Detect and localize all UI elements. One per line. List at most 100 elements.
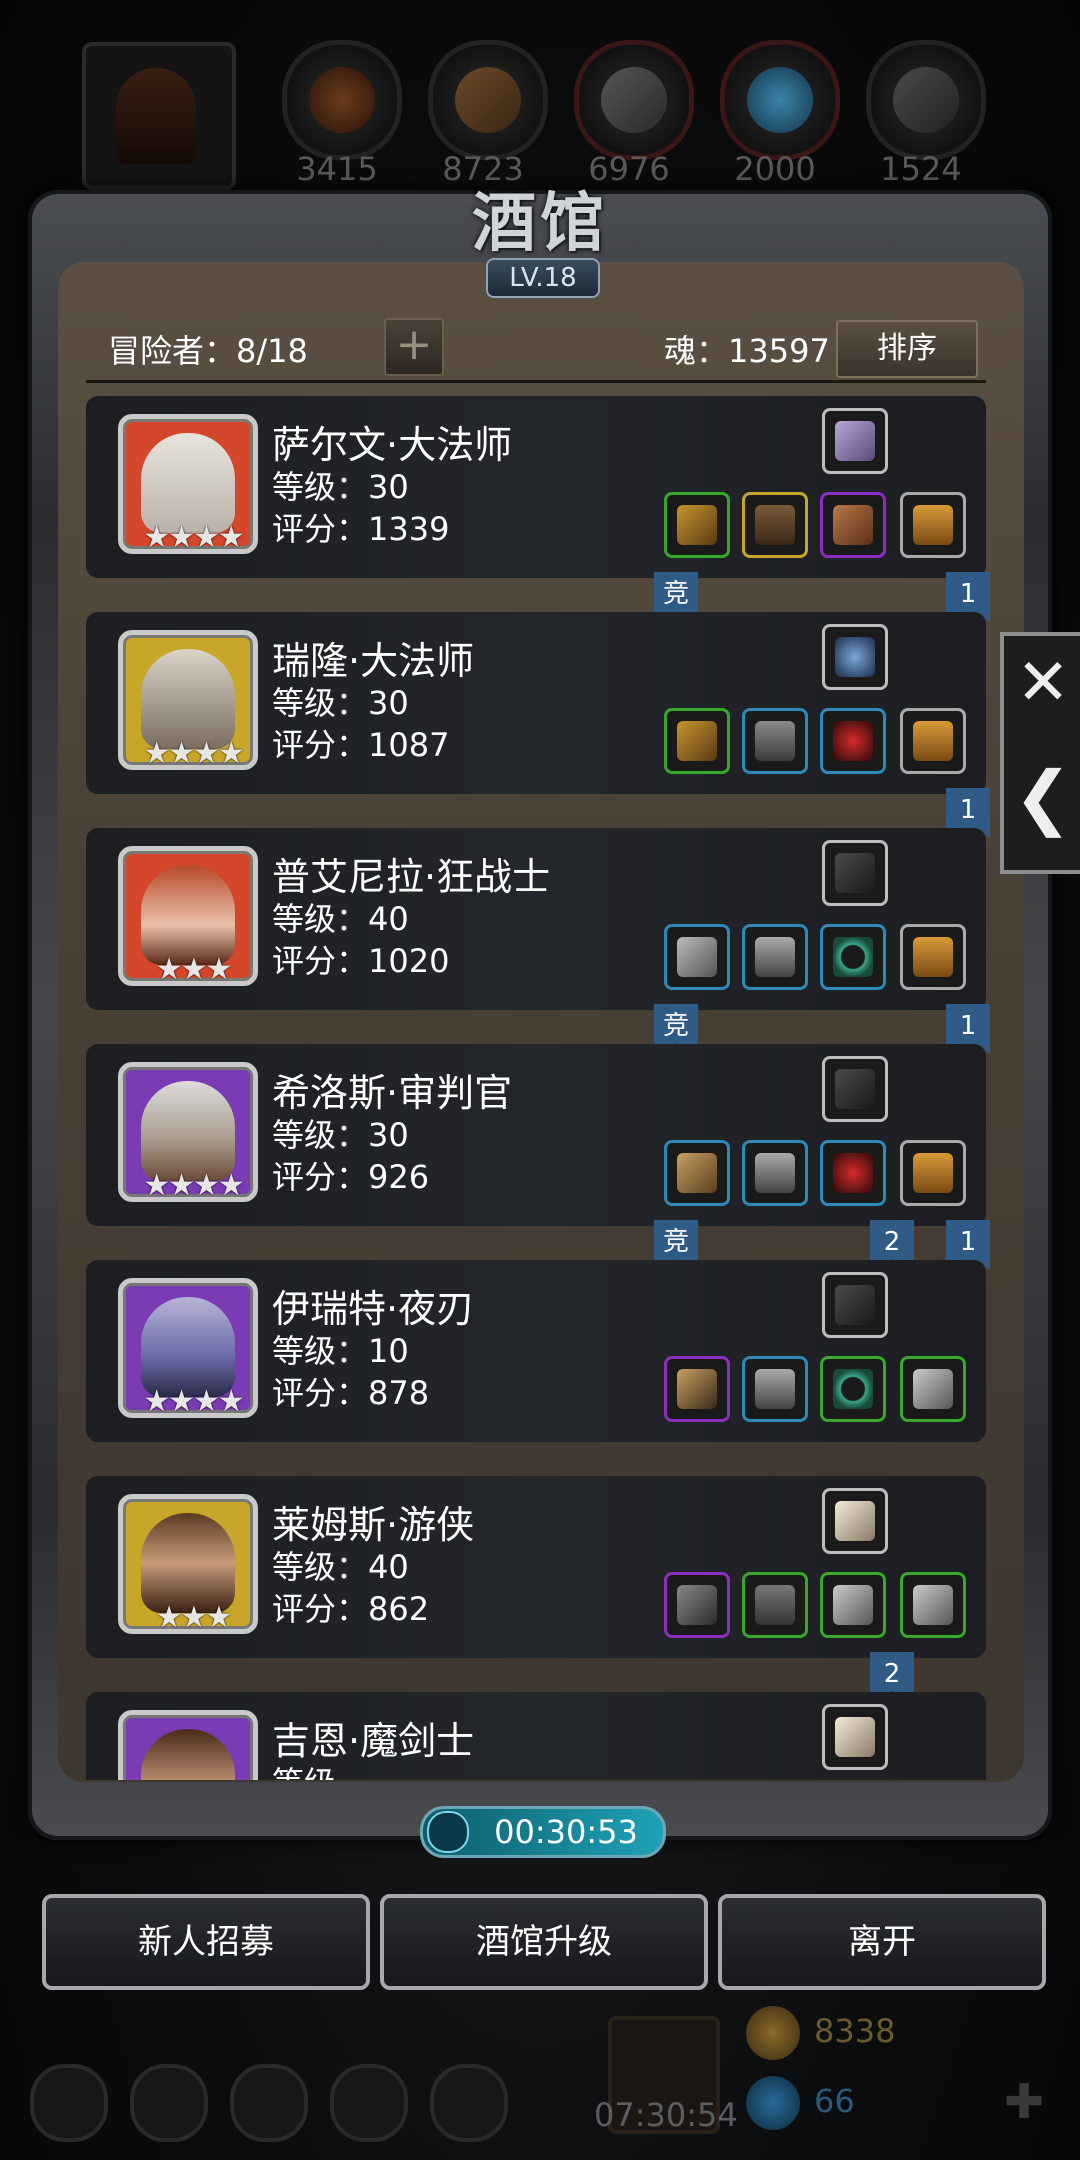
weapon-slot[interactable]: [664, 924, 730, 990]
hero-card[interactable]: 吉恩·魔剑士 等级: [86, 1692, 986, 1780]
add-currency-icon[interactable]: ✚: [1004, 2074, 1044, 2130]
bag-slot[interactable]: [900, 924, 966, 990]
armor-slot[interactable]: [742, 1356, 808, 1422]
bag-slot[interactable]: [900, 1140, 966, 1206]
clock-icon: [427, 1811, 469, 1853]
hero-portrait[interactable]: [118, 1710, 258, 1780]
armor-slot[interactable]: [742, 1140, 808, 1206]
gem-slot[interactable]: [822, 1056, 888, 1122]
accessory-slot[interactable]: [820, 1572, 886, 1638]
gem-slot[interactable]: [822, 1488, 888, 1554]
settings-icon[interactable]: [30, 2064, 108, 2142]
guild-icon[interactable]: [230, 2064, 308, 2142]
hero-list[interactable]: ★★★★ 萨尔文·大法师 等级：30 评分：1339 竞 1 ★★★★ 瑞隆·大…: [86, 396, 996, 1780]
bag-slot[interactable]: [900, 1356, 966, 1422]
weapon-slot[interactable]: [664, 1572, 730, 1638]
sort-button[interactable]: 排序: [836, 320, 978, 378]
weapon-slot[interactable]: [664, 1140, 730, 1206]
hero-card[interactable]: ★★★★ 萨尔文·大法师 等级：30 评分：1339: [86, 396, 986, 578]
hero-name: 萨尔文·大法师: [272, 423, 513, 467]
gem-slot[interactable]: [822, 1704, 888, 1770]
hero-card[interactable]: ★★★★ 伊瑞特·夜刃 等级：10 评分：878: [86, 1260, 986, 1442]
armor-slot[interactable]: [742, 708, 808, 774]
leather-armor-icon: [755, 505, 795, 545]
add-slot-button[interactable]: +: [384, 318, 444, 376]
bag-slot[interactable]: [900, 708, 966, 774]
gem-slot[interactable]: [822, 624, 888, 690]
timer-text: 00:30:53: [494, 1813, 638, 1851]
handshake-icon[interactable]: [430, 2064, 508, 2142]
hooded-figure-icon: [116, 68, 196, 164]
hero-name: 希洛斯·审判官: [272, 1071, 513, 1115]
hero-card[interactable]: ★★★ 莱姆斯·游侠 等级：40 评分：862: [86, 1476, 986, 1658]
pistol-icon: [677, 1585, 717, 1625]
ring-icon: [833, 937, 873, 977]
gem-slot[interactable]: [822, 1272, 888, 1338]
hero-name: 伊瑞特·夜刃: [272, 1287, 475, 1331]
accessory-slot[interactable]: [820, 708, 886, 774]
divider: [86, 380, 986, 383]
resource-value: 3415: [296, 150, 378, 188]
hero-level: 等级：30: [272, 1116, 409, 1154]
mail-icon[interactable]: [330, 2064, 408, 2142]
achievement-icon[interactable]: [130, 2064, 208, 2142]
gold-coin-icon: [746, 2006, 800, 2060]
hero-portrait[interactable]: ★★★: [118, 846, 258, 987]
recruit-button[interactable]: 新人招募: [42, 1894, 370, 1990]
iron-resource-icon: [574, 40, 694, 160]
hero-portrait[interactable]: ★★★★: [118, 1278, 258, 1419]
gauntlet-icon: [913, 1585, 953, 1625]
staff-icon: [677, 505, 717, 545]
player-avatar[interactable]: [82, 42, 236, 190]
gem-slot[interactable]: [822, 840, 888, 906]
accessory-slot[interactable]: [820, 492, 886, 558]
hero-portrait[interactable]: ★★★★: [118, 414, 258, 555]
hero-name: 吉恩·魔剑士: [272, 1719, 475, 1763]
leave-button[interactable]: 离开: [718, 1894, 1046, 1990]
hero-card[interactable]: ★★★ 普艾尼拉·狂战士 等级：40 评分：1020: [86, 828, 986, 1010]
necklace-icon: [833, 721, 873, 761]
soul-count: 魂：13597: [664, 332, 830, 370]
close-icon[interactable]: ✕: [1010, 646, 1076, 746]
gauntlet-icon: [833, 1585, 873, 1625]
armor-slot[interactable]: [742, 1572, 808, 1638]
accessory-slot[interactable]: [820, 1140, 886, 1206]
side-tab[interactable]: ✕ ❮: [1000, 632, 1080, 874]
bag-slot[interactable]: [900, 492, 966, 558]
feather-icon: [835, 1717, 875, 1757]
gem-slot[interactable]: [822, 408, 888, 474]
hero-name: 莱姆斯·游侠: [272, 1503, 475, 1547]
hero-level: 等级：30: [272, 468, 409, 506]
weapon-slot[interactable]: [664, 708, 730, 774]
hero-card[interactable]: ★★★★ 瑞隆·大法师 等级：30 评分：1087: [86, 612, 986, 794]
hero-portrait[interactable]: ★★★★: [118, 630, 258, 771]
hero-card[interactable]: ★★★★ 希洛斯·审判官 等级：30 评分：926: [86, 1044, 986, 1226]
spellsword-portrait-icon: [141, 1729, 235, 1780]
resource-value: 1524: [880, 150, 962, 188]
tavern-title-plate: 酒馆: [440, 172, 640, 270]
hero-score: 评分：878: [272, 1374, 430, 1412]
armor-slot[interactable]: [742, 492, 808, 558]
crystal-gem-icon: [835, 421, 875, 461]
weapon-slot[interactable]: [664, 1356, 730, 1422]
bag-slot[interactable]: [900, 1572, 966, 1638]
hero-stars: ★★★★: [143, 1168, 245, 1203]
hero-portrait[interactable]: ★★★★: [118, 1062, 258, 1203]
hero-level: 等级: [272, 1758, 336, 1780]
necklace-icon: [833, 1153, 873, 1193]
accessory-slot[interactable]: [820, 924, 886, 990]
inquisitor-portrait-icon: [141, 1081, 235, 1181]
weapon-slot[interactable]: [664, 492, 730, 558]
chevron-left-icon[interactable]: ❮: [1010, 756, 1076, 856]
hero-score: 评分：1087: [272, 726, 450, 764]
upgrade-tavern-button[interactable]: 酒馆升级: [380, 1894, 708, 1990]
hero-level: 等级：30: [272, 684, 409, 722]
resource-value: 2000: [734, 150, 816, 188]
accessory-slot[interactable]: [820, 1356, 886, 1422]
hero-score: 评分：862: [272, 1590, 430, 1628]
hero-name: 瑞隆·大法师: [272, 639, 475, 683]
armor-slot[interactable]: [742, 924, 808, 990]
refresh-timer: 00:30:53: [420, 1806, 666, 1858]
chest-armor-icon: [755, 721, 795, 761]
hero-portrait[interactable]: ★★★: [118, 1494, 258, 1635]
